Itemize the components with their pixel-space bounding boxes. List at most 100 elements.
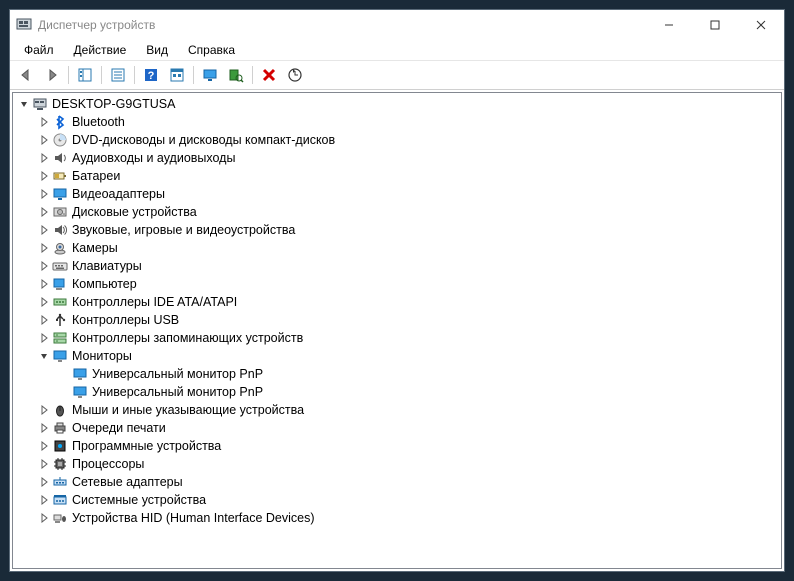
tree-item-label: Мониторы [71,349,132,363]
tree-item[interactable]: Звуковые, игровые и видеоустройства [13,221,781,239]
chevron-right-icon[interactable] [37,457,51,471]
disc-icon [52,132,68,148]
window-title: Диспетчер устройств [38,18,155,32]
tree-item-label: Батареи [71,169,120,183]
chevron-right-icon[interactable] [37,133,51,147]
chevron-right-icon[interactable] [37,313,51,327]
chevron-right-icon[interactable] [37,187,51,201]
chevron-down-icon[interactable] [37,349,51,363]
tree-root[interactable]: DESKTOP-G9GTUSA [13,95,781,113]
tree-leaf-label: Универсальный монитор PnP [91,385,263,399]
tree-item-label: Контроллеры USB [71,313,179,327]
display-button[interactable] [198,63,222,87]
audio-io-icon [52,150,68,166]
tree-item[interactable]: Мыши и иные указывающие устройства [13,401,781,419]
tree-leaf[interactable]: Универсальный монитор PnP [13,383,781,401]
tree-item[interactable]: Процессоры [13,455,781,473]
show-hide-tree-button[interactable] [73,63,97,87]
tree-item[interactable]: Сетевые адаптеры [13,473,781,491]
uninstall-button[interactable] [257,63,281,87]
menu-action[interactable]: Действие [64,41,137,59]
tree-item[interactable]: Мониторы [13,347,781,365]
chevron-down-icon[interactable] [17,97,31,111]
monitor-icon [52,348,68,364]
tree-item-label: Программные устройства [71,439,221,453]
chevron-right-icon[interactable] [37,493,51,507]
menu-view[interactable]: Вид [136,41,178,59]
back-button[interactable] [14,63,38,87]
tree-item[interactable]: Видеоадаптеры [13,185,781,203]
chevron-right-icon[interactable] [37,241,51,255]
tree-item-label: DVD-дисководы и дисководы компакт-дисков [71,133,335,147]
menu-file[interactable]: Файл [14,41,64,59]
usb-icon [52,312,68,328]
tree-item[interactable]: Батареи [13,167,781,185]
tree-item-label: Мыши и иные указывающие устройства [71,403,304,417]
disk-icon [52,204,68,220]
tree-item[interactable]: DVD-дисководы и дисководы компакт-дисков [13,131,781,149]
bluetooth-icon [52,114,68,130]
tree-item-label: Bluetooth [71,115,125,129]
app-view-button[interactable] [165,63,189,87]
scan-hardware-button[interactable] [224,63,248,87]
tree-item[interactable]: Аудиовходы и аудиовыходы [13,149,781,167]
tree-item-label: Аудиовходы и аудиовыходы [71,151,235,165]
printer-icon [52,420,68,436]
window-buttons [646,10,784,40]
tree-item-label: Звуковые, игровые и видеоустройства [71,223,295,237]
tree-item[interactable]: Контроллеры запоминающих устройств [13,329,781,347]
tree-item-label: Клавиатуры [71,259,142,273]
chevron-right-icon[interactable] [37,403,51,417]
tree-item-label: Контроллеры запоминающих устройств [71,331,303,345]
chevron-right-icon[interactable] [37,511,51,525]
chevron-right-icon[interactable] [37,259,51,273]
tree-item[interactable]: Клавиатуры [13,257,781,275]
toolbar: ? [10,61,784,90]
chevron-right-icon[interactable] [37,115,51,129]
chevron-right-icon[interactable] [37,439,51,453]
tree-item[interactable]: Дисковые устройства [13,203,781,221]
tree-item[interactable]: Устройства HID (Human Interface Devices) [13,509,781,527]
computer-icon [32,96,48,112]
tree-item[interactable]: Контроллеры IDE ATA/ATAPI [13,293,781,311]
properties-button[interactable] [106,63,130,87]
close-button[interactable] [738,10,784,40]
menubar: Файл Действие Вид Справка [10,40,784,61]
network-icon [52,474,68,490]
tree-leaf[interactable]: Универсальный монитор PnP [13,365,781,383]
chevron-right-icon[interactable] [37,295,51,309]
tree-item[interactable]: Камеры [13,239,781,257]
monitor-icon [72,384,88,400]
chevron-right-icon[interactable] [37,277,51,291]
minimize-button[interactable] [646,10,692,40]
device-manager-window: Диспетчер устройств Файл Действие Вид Сп… [9,9,785,572]
chevron-right-icon[interactable] [37,475,51,489]
chevron-right-icon[interactable] [37,223,51,237]
tree-item[interactable]: Очереди печати [13,419,781,437]
device-tree[interactable]: DESKTOP-G9GTUSA Bluetooth DVD-дисководы … [12,92,782,569]
tree-item[interactable]: Программные устройства [13,437,781,455]
tree-item-label: Видеоадаптеры [71,187,165,201]
chevron-right-icon[interactable] [37,169,51,183]
help-button[interactable]: ? [139,63,163,87]
tree-item[interactable]: Компьютер [13,275,781,293]
chevron-right-icon[interactable] [37,205,51,219]
menu-help[interactable]: Справка [178,41,245,59]
maximize-button[interactable] [692,10,738,40]
tree-item-label: Компьютер [71,277,137,291]
tree-item[interactable]: Контроллеры USB [13,311,781,329]
tree-item[interactable]: Bluetooth [13,113,781,131]
chevron-right-icon[interactable] [37,421,51,435]
system-icon [52,492,68,508]
chevron-right-icon[interactable] [37,331,51,345]
tree-item[interactable]: Системные устройства [13,491,781,509]
toolbar-separator [134,66,135,84]
display-adapter-icon [52,186,68,202]
tree-item-label: Устройства HID (Human Interface Devices) [71,511,315,525]
tree-item-label: Процессоры [71,457,144,471]
chevron-right-icon[interactable] [37,151,51,165]
forward-button[interactable] [40,63,64,87]
update-driver-button[interactable] [283,63,307,87]
tree-root-label: DESKTOP-G9GTUSA [51,97,175,111]
computer-icon [52,276,68,292]
